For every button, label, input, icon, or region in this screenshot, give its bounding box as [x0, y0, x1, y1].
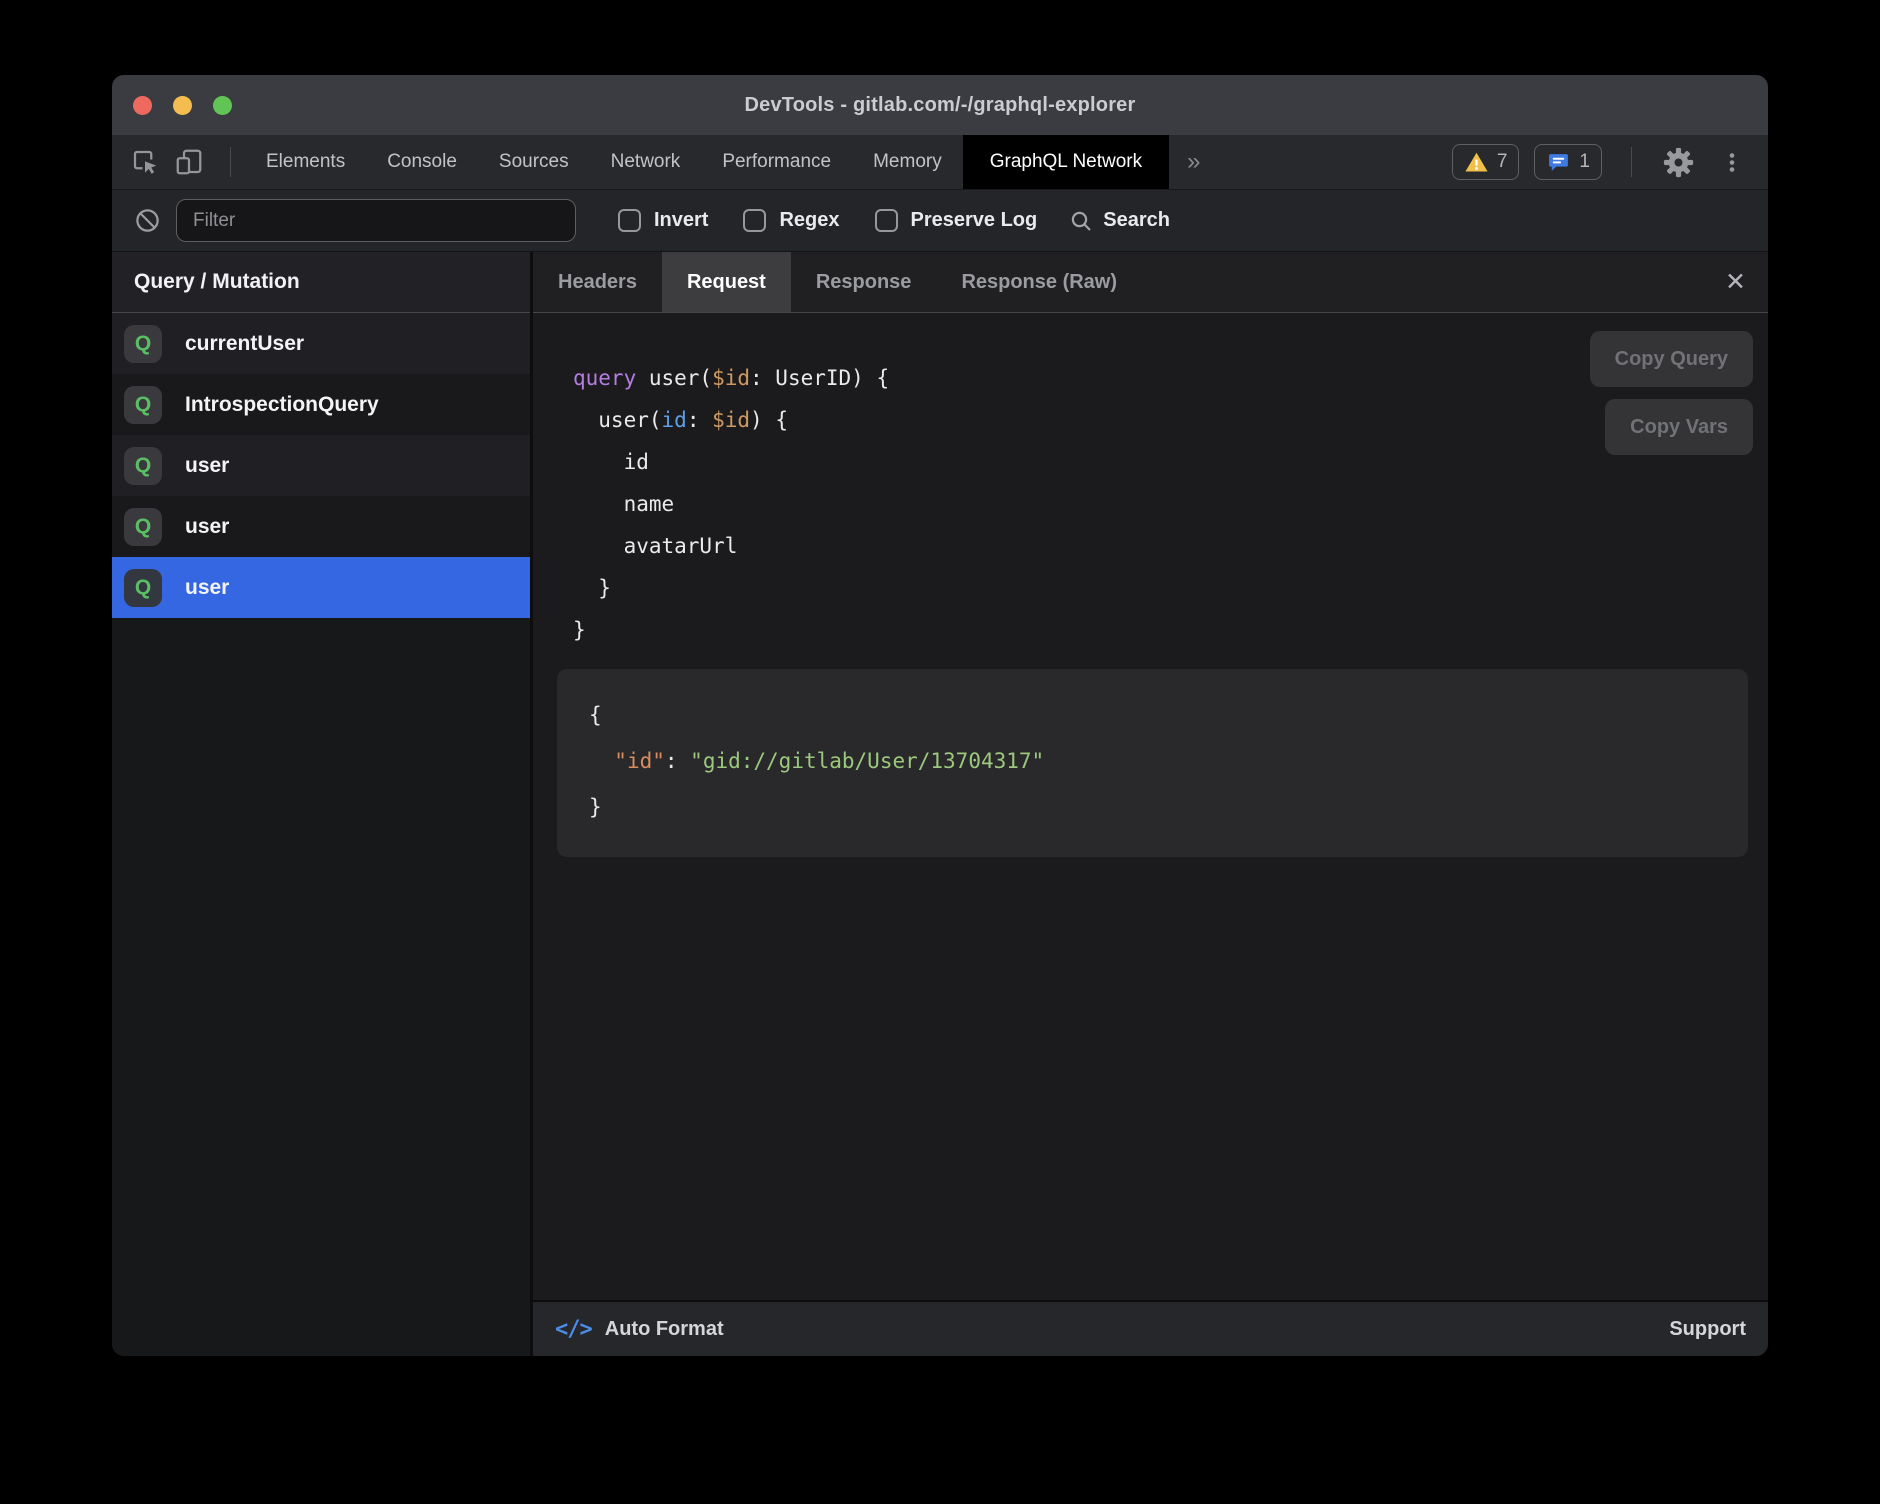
titlebar: DevTools - gitlab.com/-/graphql-explorer	[112, 75, 1768, 135]
code-line: "id": "gid://gitlab/User/13704317"	[589, 738, 1728, 784]
filter-bar: Invert Regex Preserve Log Search	[112, 190, 1768, 252]
search-icon	[1069, 209, 1093, 233]
request-panel-tabs: HeadersRequestResponseResponse (Raw) ✕	[533, 252, 1768, 313]
copy-buttons: Copy Query Copy Vars	[1590, 331, 1753, 455]
query-type-badge: Q	[124, 325, 162, 363]
support-link[interactable]: Support	[1669, 1318, 1746, 1341]
copy-query-button[interactable]: Copy Query	[1590, 331, 1753, 387]
filter-options: Invert Regex Preserve Log	[618, 209, 1037, 232]
query-type-badge: Q	[124, 447, 162, 485]
code-line: }	[573, 567, 1768, 609]
code-line: {	[589, 692, 1728, 738]
fullscreen-window-button[interactable]	[213, 96, 232, 115]
devtools-tab-network[interactable]: Network	[590, 135, 702, 189]
close-window-button[interactable]	[133, 96, 152, 115]
preserve-log-checkbox-label: Preserve Log	[911, 209, 1038, 232]
devtools-tab-performance[interactable]: Performance	[701, 135, 852, 189]
query-type-badge: Q	[124, 569, 162, 607]
query-list-item-label: currentUser	[185, 332, 304, 356]
regex-checkbox-box[interactable]	[743, 209, 766, 232]
devtools-tab-sources[interactable]: Sources	[478, 135, 590, 189]
invert-checkbox-box[interactable]	[618, 209, 641, 232]
devtools-tab-graphql-network[interactable]: GraphQL Network	[963, 135, 1169, 189]
filter-input[interactable]	[176, 199, 576, 242]
warning-triangle-icon	[1464, 150, 1489, 175]
inspect-element-icon[interactable]	[128, 135, 162, 189]
panel-tab-response[interactable]: Response	[791, 252, 937, 312]
query-sidebar: Query / Mutation QcurrentUserQIntrospect…	[112, 252, 533, 1356]
query-list-item[interactable]: QcurrentUser	[112, 313, 530, 374]
device-toolbar-icon[interactable]	[172, 135, 206, 189]
toolbar-right-cluster: 7 1	[1452, 135, 1768, 189]
query-list-item-label: IntrospectionQuery	[185, 393, 379, 417]
query-list-item[interactable]: Quser	[112, 435, 530, 496]
close-panel-icon[interactable]: ✕	[1725, 252, 1768, 312]
sidebar-header: Query / Mutation	[112, 252, 530, 313]
toolbar-divider	[1631, 147, 1632, 177]
code-line: }	[573, 609, 1768, 651]
settings-gear-icon[interactable]	[1661, 147, 1695, 178]
code-line: name	[573, 483, 1768, 525]
traffic-lights	[133, 75, 232, 135]
devtools-toolbar: ElementsConsoleSourcesNetworkPerformance…	[112, 135, 1768, 190]
copy-vars-button[interactable]: Copy Vars	[1605, 399, 1753, 455]
variables-box: { "id": "gid://gitlab/User/13704317"}	[557, 669, 1748, 857]
invert-checkbox-label: Invert	[654, 209, 708, 232]
panel-tab-headers[interactable]: Headers	[533, 252, 662, 312]
code-line: }	[589, 784, 1728, 830]
menu-dots-icon[interactable]	[1720, 150, 1744, 175]
checkbox-preserve-log[interactable]: Preserve Log	[875, 209, 1038, 232]
query-list-item[interactable]: Q IntrospectionQuery	[112, 374, 530, 435]
panel-tab-response-raw[interactable]: Response (Raw)	[936, 252, 1142, 312]
query-list-item-label: user	[185, 576, 229, 600]
checkbox-invert[interactable]: Invert	[618, 209, 708, 232]
query-list-item-label: user	[185, 515, 229, 539]
clear-block-icon[interactable]	[134, 207, 161, 234]
devtools-tab-console[interactable]: Console	[366, 135, 478, 189]
issue-count: 1	[1579, 151, 1590, 173]
auto-format-button[interactable]: Auto Format	[605, 1318, 724, 1341]
search-group[interactable]: Search	[1069, 209, 1170, 233]
query-type-badge: Q	[124, 508, 162, 546]
main-split: Query / Mutation QcurrentUserQIntrospect…	[112, 252, 1768, 1356]
query-list-item-label: user	[185, 454, 229, 478]
regex-checkbox-label: Regex	[779, 209, 839, 232]
warning-count: 7	[1497, 151, 1508, 173]
panel-tab-request[interactable]: Request	[662, 252, 791, 312]
query-list-item[interactable]: Quser	[112, 496, 530, 557]
query-type-badge: Q	[124, 386, 162, 424]
screen-background: DevTools - gitlab.com/-/graphql-explorer…	[0, 0, 1880, 1504]
devtools-tab-elements[interactable]: Elements	[245, 135, 366, 189]
query-list-item[interactable]: Quser	[112, 557, 530, 618]
search-label: Search	[1103, 209, 1170, 232]
warnings-badge[interactable]: 7	[1452, 144, 1520, 180]
request-panel: HeadersRequestResponseResponse (Raw) ✕ C…	[533, 252, 1768, 1356]
code-format-icon: </>	[555, 1317, 592, 1342]
query-list: QcurrentUserQIntrospectionQueryQuserQuse…	[112, 313, 530, 618]
request-content: Copy Query Copy Vars query user($id: Use…	[533, 313, 1768, 1300]
issues-badge[interactable]: 1	[1534, 144, 1602, 180]
more-tabs-chevron[interactable]: »	[1169, 135, 1218, 189]
panel-footer: </> Auto Format Support	[533, 1300, 1768, 1356]
window-title: DevTools - gitlab.com/-/graphql-explorer	[744, 94, 1135, 117]
devtools-tab-strip: ElementsConsoleSourcesNetworkPerformance…	[245, 135, 1169, 189]
devtools-tab-memory[interactable]: Memory	[852, 135, 963, 189]
code-line: avatarUrl	[573, 525, 1768, 567]
preserve-log-checkbox-box[interactable]	[875, 209, 898, 232]
checkbox-regex[interactable]: Regex	[743, 209, 839, 232]
toolbar-divider	[230, 147, 231, 177]
graphql-variables-code: { "id": "gid://gitlab/User/13704317"}	[589, 692, 1728, 830]
minimize-window-button[interactable]	[173, 96, 192, 115]
message-bubble-icon	[1546, 150, 1571, 175]
devtools-window: DevTools - gitlab.com/-/graphql-explorer…	[112, 75, 1768, 1356]
